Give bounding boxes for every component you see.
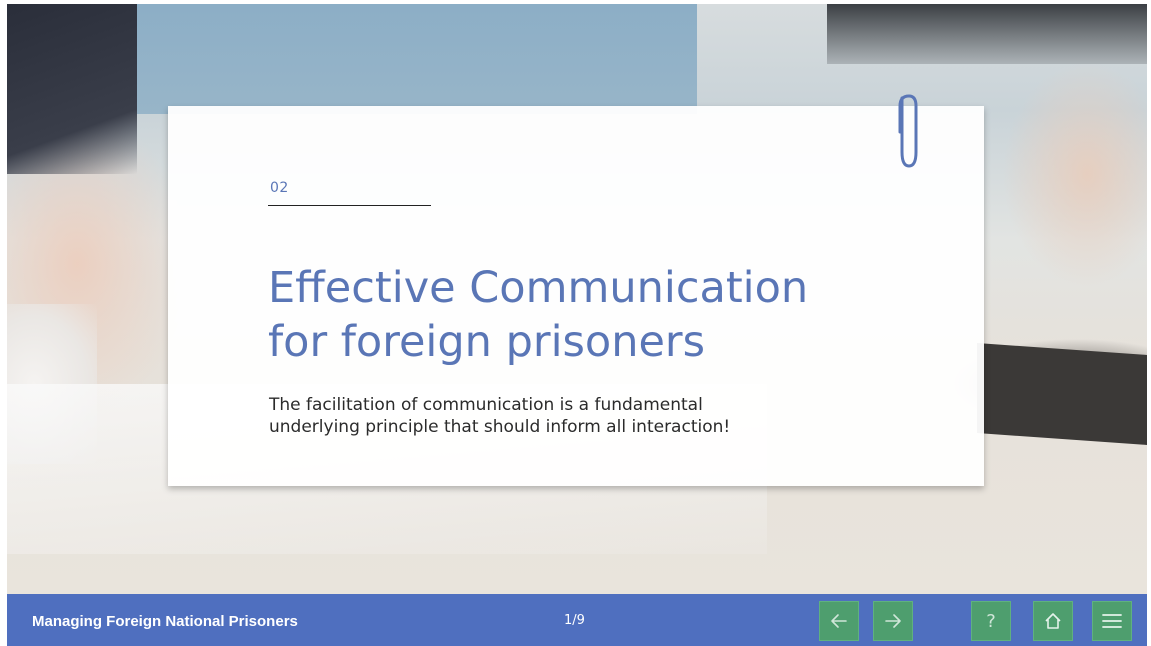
course-title: Managing Foreign National Prisoners: [32, 613, 298, 630]
slide-viewport: 02 Effective Communication for foreign p…: [7, 4, 1147, 646]
section-divider: [268, 205, 431, 206]
slide-title: Effective Communication for foreign pris…: [268, 261, 968, 369]
hamburger-menu-icon: [1102, 614, 1122, 628]
arrow-left-icon: [831, 614, 847, 628]
slide-title-line-1: Effective Communication: [268, 262, 809, 313]
next-button[interactable]: [873, 601, 913, 641]
body-text-line-2: underlying principle that should inform …: [269, 417, 731, 437]
help-icon: ?: [986, 610, 996, 632]
background-dark-area: [7, 4, 137, 174]
slide-body-text: The facilitation of communication is a f…: [269, 394, 889, 438]
background-window: [827, 4, 1147, 64]
background-notebook: [977, 343, 1147, 445]
footer-bar: Managing Foreign National Prisoners 1/9 …: [7, 594, 1147, 646]
body-text-line-1: The facilitation of communication is a f…: [269, 395, 703, 415]
menu-button[interactable]: [1092, 601, 1132, 641]
previous-button[interactable]: [819, 601, 859, 641]
home-icon: [1045, 613, 1061, 629]
slide-title-line-2: for foreign prisoners: [268, 316, 706, 367]
background-blue-panel: [137, 4, 697, 114]
paperclip-icon: [898, 94, 918, 168]
help-button[interactable]: ?: [971, 601, 1011, 641]
page-counter: 1/9: [564, 613, 585, 628]
section-number: 02: [270, 180, 289, 196]
home-button[interactable]: [1033, 601, 1073, 641]
content-card: 02 Effective Communication for foreign p…: [168, 94, 984, 486]
arrow-right-icon: [885, 614, 901, 628]
